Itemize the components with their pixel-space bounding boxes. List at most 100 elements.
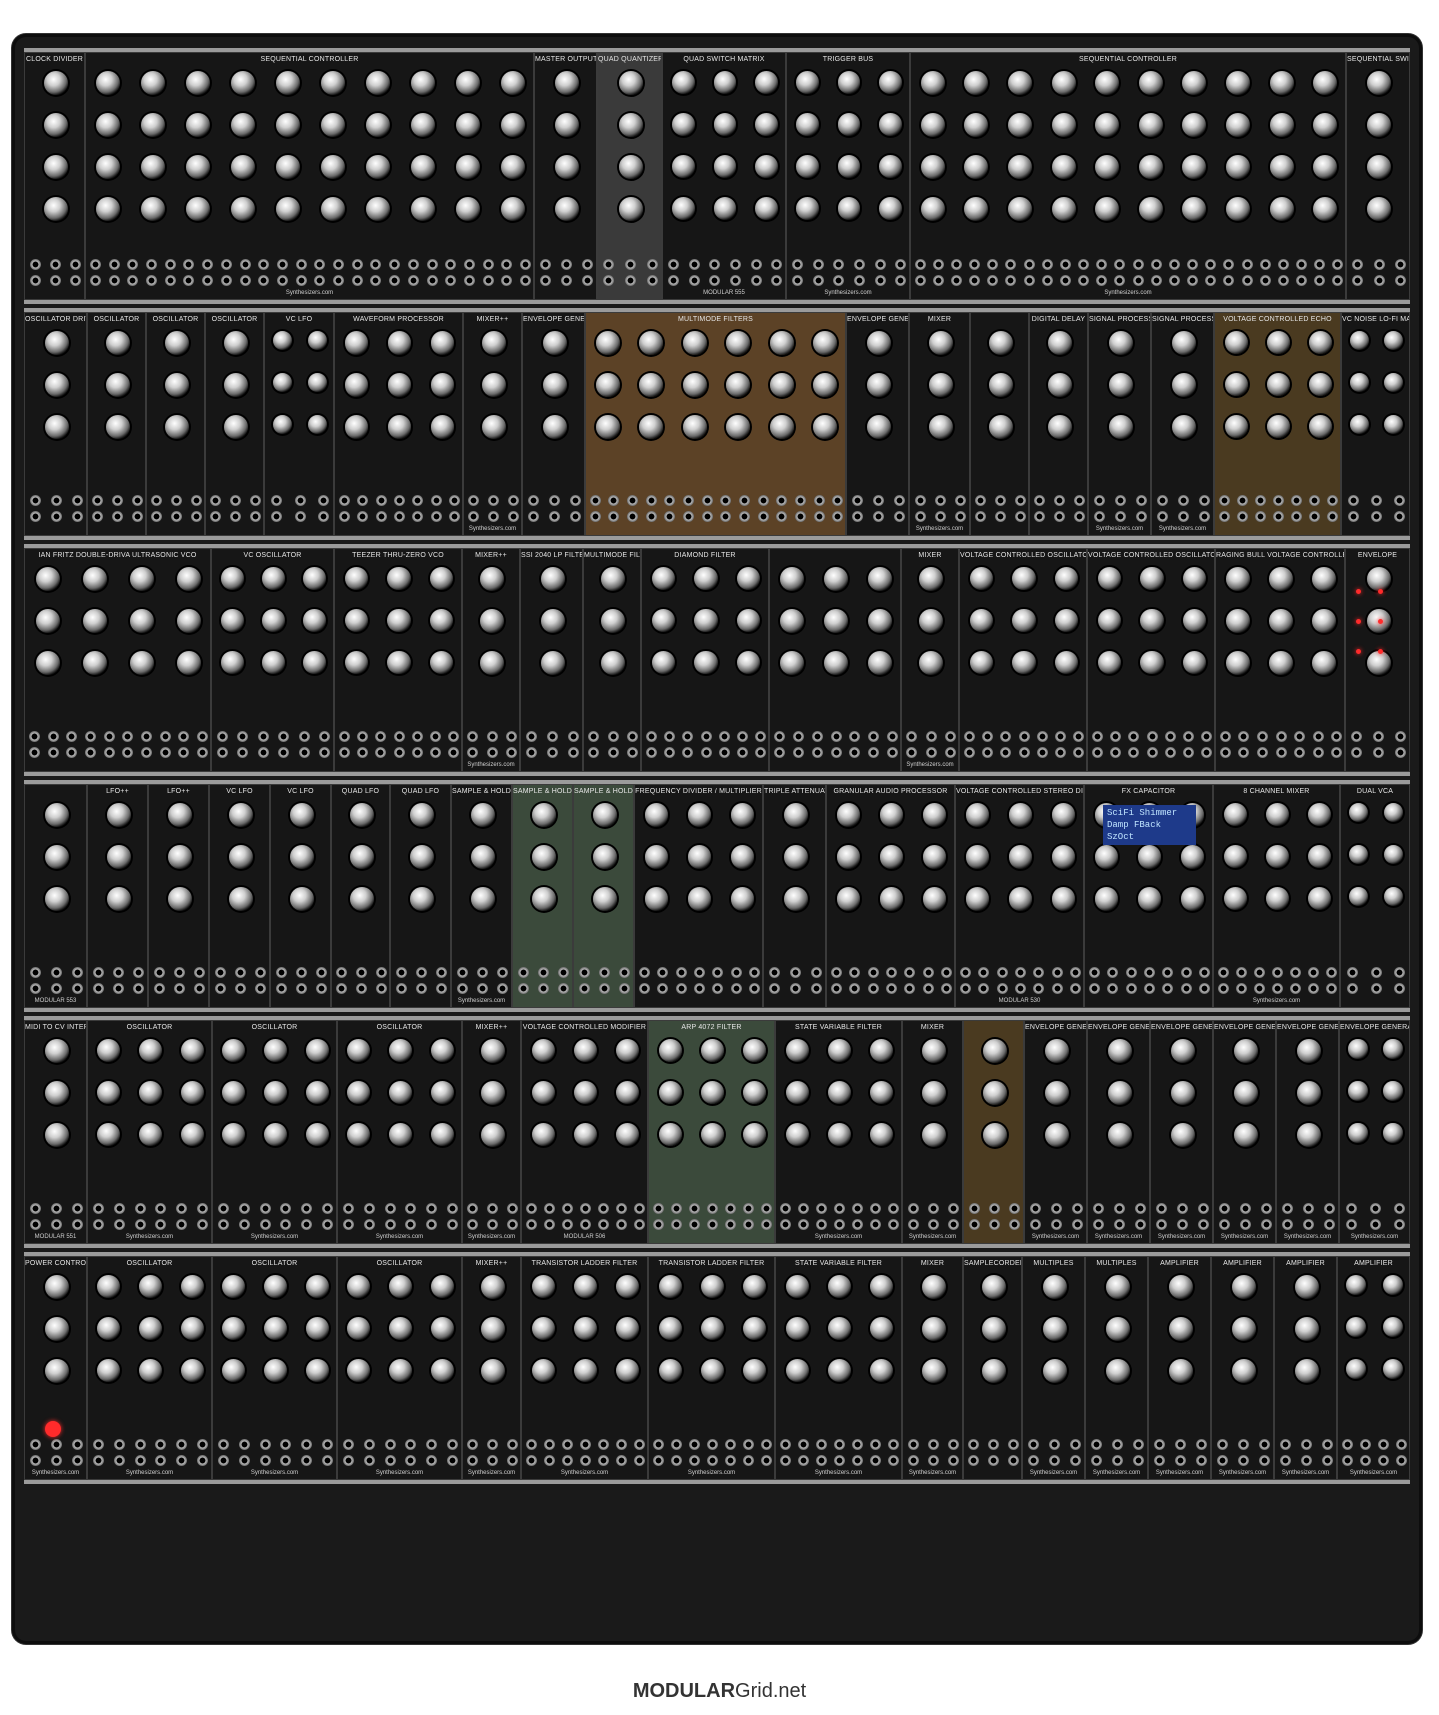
patch-jack[interactable] — [257, 747, 269, 758]
knob[interactable] — [221, 609, 244, 632]
patch-jack[interactable] — [688, 1455, 700, 1466]
patch-jack[interactable] — [797, 1455, 809, 1466]
patch-jack[interactable] — [1309, 511, 1321, 522]
knob[interactable] — [1168, 1275, 1193, 1299]
knob[interactable] — [470, 803, 495, 827]
knob[interactable] — [180, 1081, 204, 1104]
knob[interactable] — [813, 415, 838, 439]
knob[interactable] — [1051, 845, 1076, 869]
knob[interactable] — [222, 1317, 246, 1340]
knob[interactable] — [878, 197, 902, 220]
patch-jack[interactable] — [791, 275, 803, 286]
patch-jack[interactable] — [47, 731, 59, 742]
knob[interactable] — [141, 155, 166, 179]
knob[interactable] — [878, 155, 902, 178]
patch-jack[interactable] — [1308, 983, 1320, 994]
patch-jack[interactable] — [1135, 1203, 1146, 1214]
patch-jack[interactable] — [1059, 259, 1071, 270]
patch-jack[interactable] — [616, 1203, 628, 1214]
patch-jack[interactable] — [176, 1219, 188, 1230]
patch-jack[interactable] — [1253, 983, 1265, 994]
knob[interactable] — [672, 197, 696, 220]
patch-jack[interactable] — [1198, 1219, 1209, 1230]
patch-jack[interactable] — [1146, 747, 1158, 758]
patch-jack[interactable] — [682, 731, 694, 742]
knob[interactable] — [754, 155, 778, 178]
patch-jack[interactable] — [238, 1203, 250, 1214]
knob[interactable] — [1182, 609, 1207, 633]
patch-jack[interactable] — [1301, 1439, 1312, 1450]
patch-jack[interactable] — [436, 967, 448, 978]
knob[interactable] — [573, 1317, 598, 1341]
knob[interactable] — [44, 415, 69, 439]
patch-jack[interactable] — [51, 983, 62, 994]
patch-jack[interactable] — [932, 275, 944, 286]
patch-jack[interactable] — [776, 511, 788, 522]
knob[interactable] — [651, 567, 676, 591]
knob[interactable] — [921, 1359, 946, 1383]
patch-jack[interactable] — [197, 731, 209, 742]
patch-jack[interactable] — [416, 983, 427, 994]
knob[interactable] — [139, 1039, 162, 1062]
knob[interactable] — [303, 609, 326, 632]
patch-jack[interactable] — [506, 1439, 518, 1450]
knob[interactable] — [1140, 651, 1164, 675]
knob[interactable] — [1224, 373, 1248, 397]
patch-jack[interactable] — [363, 1455, 375, 1466]
knob[interactable] — [700, 1275, 725, 1299]
patch-jack[interactable] — [652, 1203, 664, 1214]
knob[interactable] — [618, 155, 643, 179]
knob[interactable] — [1138, 197, 1163, 221]
knob[interactable] — [1171, 331, 1196, 355]
patch-jack[interactable] — [1112, 1455, 1123, 1466]
knob[interactable] — [389, 1317, 412, 1340]
knob[interactable] — [713, 71, 737, 94]
patch-jack[interactable] — [501, 259, 513, 270]
knob[interactable] — [928, 373, 953, 397]
knob[interactable] — [785, 1081, 809, 1105]
knob[interactable] — [1054, 651, 1079, 675]
patch-jack[interactable] — [1018, 747, 1030, 758]
knob[interactable] — [1384, 415, 1404, 434]
patch-jack[interactable] — [755, 731, 767, 742]
patch-jack[interactable] — [830, 967, 842, 978]
patch-jack[interactable] — [1156, 1219, 1167, 1230]
patch-jack[interactable] — [1396, 1439, 1408, 1450]
knob[interactable] — [644, 887, 669, 911]
patch-jack[interactable] — [1164, 747, 1176, 758]
knob[interactable] — [1105, 1359, 1130, 1383]
knob[interactable] — [1265, 803, 1290, 827]
patch-jack[interactable] — [174, 983, 185, 994]
patch-jack[interactable] — [1028, 1439, 1039, 1450]
knob[interactable] — [713, 197, 737, 220]
patch-jack[interactable] — [1290, 967, 1302, 978]
knob[interactable] — [969, 567, 994, 591]
patch-jack[interactable] — [907, 1219, 919, 1230]
patch-jack[interactable] — [412, 495, 424, 506]
knob[interactable] — [743, 1081, 767, 1105]
patch-jack[interactable] — [580, 1219, 591, 1230]
patch-jack[interactable] — [1007, 1439, 1019, 1450]
patch-jack[interactable] — [549, 511, 560, 522]
patch-jack[interactable] — [430, 495, 442, 506]
patch-jack[interactable] — [336, 983, 348, 994]
knob[interactable] — [730, 803, 755, 827]
knob[interactable] — [305, 1081, 329, 1104]
patch-jack[interactable] — [30, 495, 41, 506]
patch-jack[interactable] — [928, 1219, 939, 1230]
knob[interactable] — [141, 71, 166, 95]
knob[interactable] — [982, 1039, 1007, 1063]
patch-jack[interactable] — [743, 1203, 755, 1214]
patch-jack[interactable] — [50, 259, 61, 270]
knob[interactable] — [1008, 887, 1033, 911]
knob[interactable] — [554, 197, 579, 221]
patch-jack[interactable] — [122, 747, 134, 758]
patch-jack[interactable] — [950, 259, 962, 270]
knob[interactable] — [870, 1317, 894, 1341]
knob[interactable] — [785, 1123, 809, 1147]
patch-jack[interactable] — [505, 747, 517, 758]
patch-jack[interactable] — [638, 967, 650, 978]
knob[interactable] — [1012, 567, 1036, 591]
patch-jack[interactable] — [1238, 731, 1250, 742]
knob[interactable] — [387, 651, 411, 675]
